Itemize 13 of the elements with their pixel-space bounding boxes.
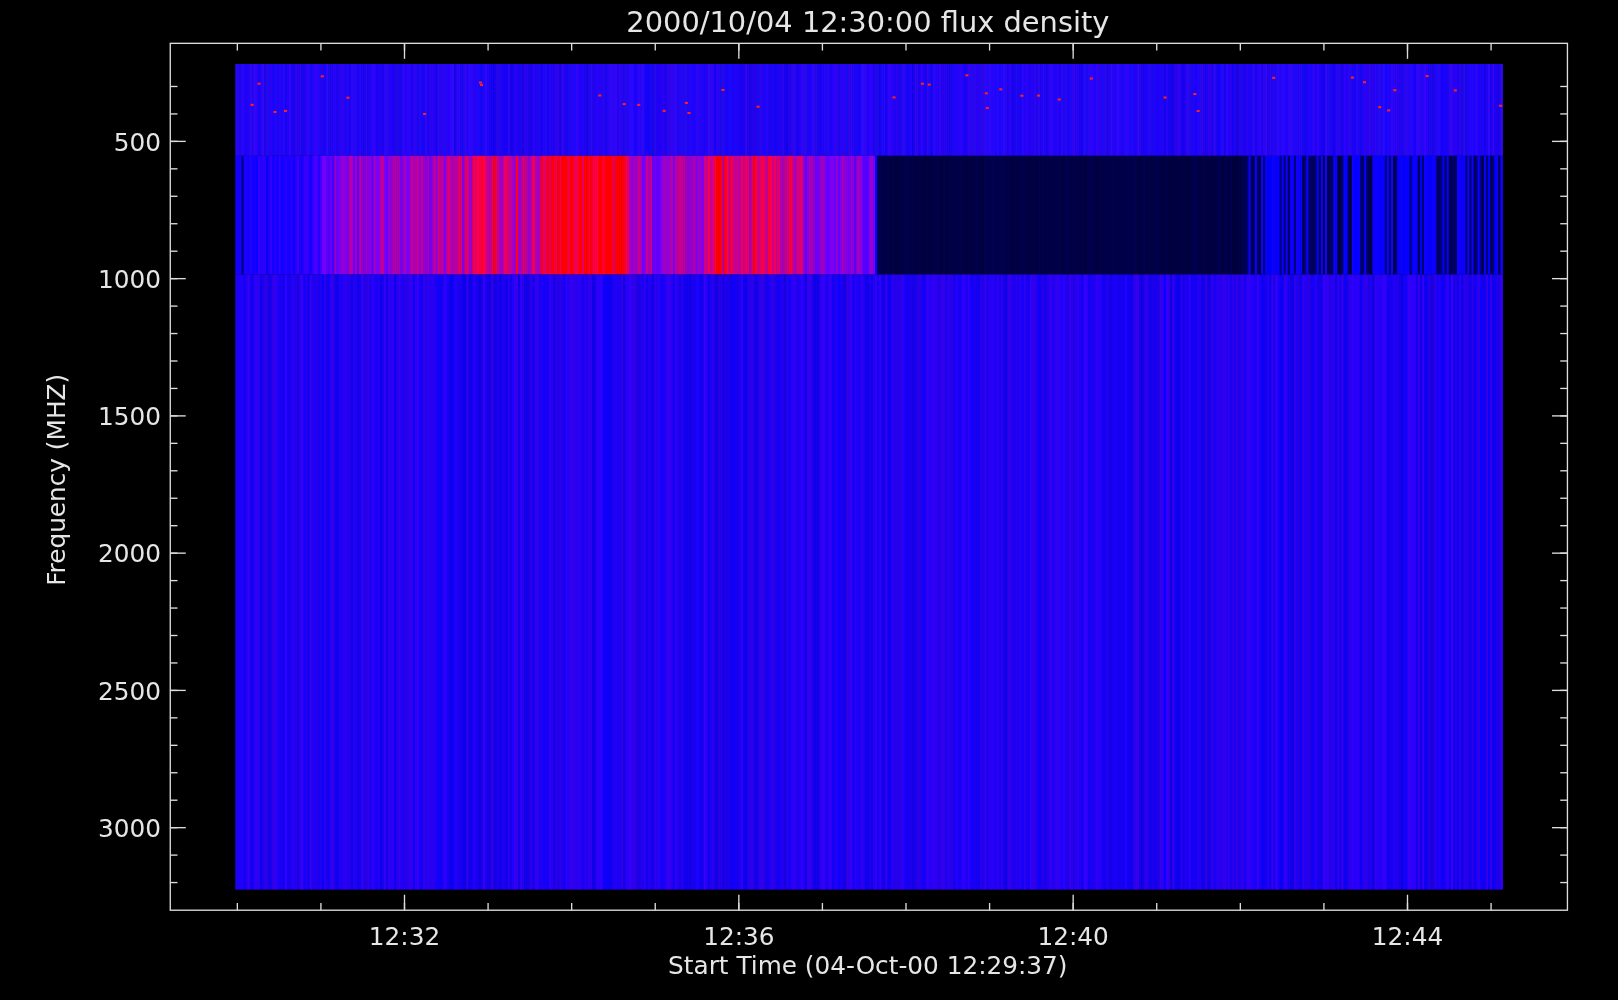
y-tick-label: 1000 xyxy=(98,264,161,294)
y-tick-label: 3000 xyxy=(98,813,161,843)
x-tick-label: 12:32 xyxy=(368,922,441,952)
plot-title: 2000/10/04 12:30:00 flux density xyxy=(626,5,1110,39)
y-tick-label: 2500 xyxy=(98,676,161,706)
y-tick-label: 2000 xyxy=(98,539,161,569)
y-tick-label: 1500 xyxy=(98,402,161,432)
x-tick-label: 12:40 xyxy=(1037,922,1109,952)
x-tick-label: 12:36 xyxy=(703,922,775,952)
y-tick-label: 500 xyxy=(113,127,161,157)
y-axis-label: Frequency (MHZ) xyxy=(42,373,71,586)
x-tick-label: 12:44 xyxy=(1371,922,1444,952)
x-axis-label: Start Time (04-Oct-00 12:29:37) xyxy=(668,951,1068,981)
